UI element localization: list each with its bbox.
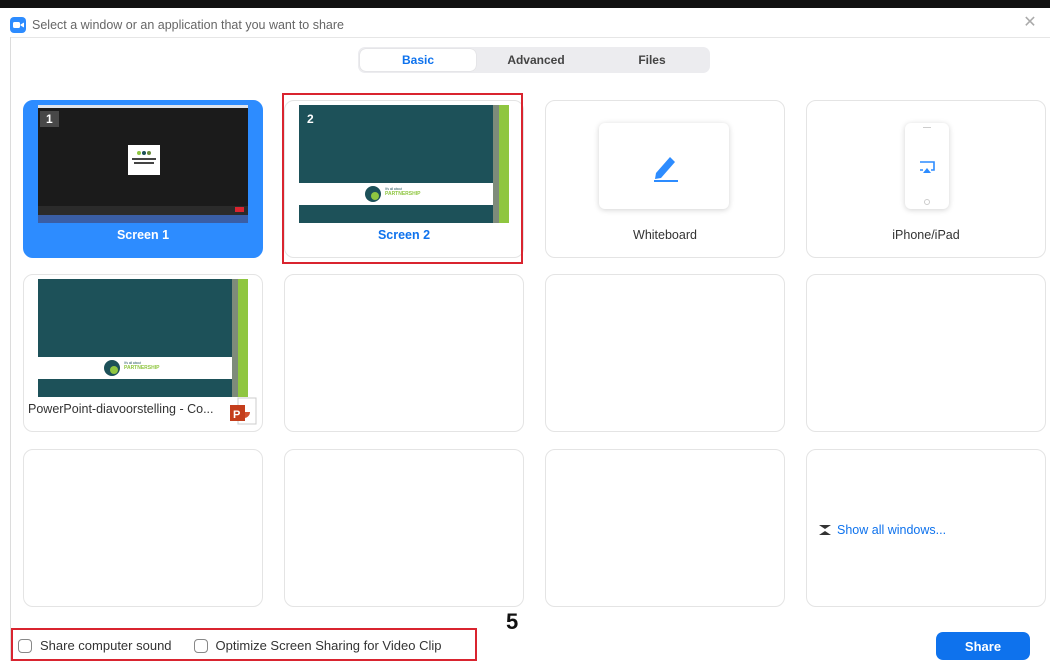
powerpoint-thumbnail: It's all about PARTNERSHIP <box>38 279 248 397</box>
congress-logo <box>128 145 160 175</box>
share-button[interactable]: Share <box>936 632 1030 660</box>
step-number: 5 <box>506 609 519 634</box>
tile-empty <box>284 449 524 607</box>
share-options: Share computer sound Optimize Screen Sha… <box>18 638 441 653</box>
share-tabs: Basic Advanced Files <box>358 47 710 73</box>
share-sound-label: Share computer sound <box>40 638 172 653</box>
tile-empty <box>806 274 1046 432</box>
close-icon[interactable]: ✕ <box>1022 15 1038 31</box>
optimize-video-label: Optimize Screen Sharing for Video Clip <box>215 638 442 653</box>
powerpoint-label: PowerPoint-diavoorstelling - Co... <box>28 402 214 416</box>
top-edge <box>0 0 1050 8</box>
tile-iphone-ipad[interactable]: iPhone/iPad <box>806 100 1046 258</box>
tile-empty <box>545 274 785 432</box>
tab-files[interactable]: Files <box>594 47 710 73</box>
divider <box>10 37 1050 38</box>
show-all-windows-label: Show all windows... <box>837 523 947 537</box>
video-camera-icon <box>10 17 26 33</box>
tile-whiteboard[interactable]: Whiteboard <box>545 100 785 258</box>
partnership-line-2: PARTNERSHIP <box>124 365 160 371</box>
tab-advanced[interactable]: Advanced <box>478 47 594 73</box>
tab-basic[interactable]: Basic <box>360 49 476 71</box>
tile-empty <box>284 274 524 432</box>
tile-powerpoint-window[interactable]: It's all about PARTNERSHIP PowerPoint-di… <box>23 274 263 432</box>
phone-preview <box>905 123 949 209</box>
airplay-icon <box>920 161 935 173</box>
whiteboard-label: Whiteboard <box>633 228 697 242</box>
title-bar: Select a window or an application that y… <box>10 14 344 36</box>
expand-icon <box>819 525 831 535</box>
window-title: Select a window or an application that y… <box>32 18 344 32</box>
share-sound-checkbox[interactable] <box>18 638 32 653</box>
tile-empty <box>545 449 785 607</box>
tile-screen-1[interactable]: 1 Screen 1 <box>23 100 263 258</box>
tile-show-all-windows: Show all windows... <box>806 449 1046 607</box>
tile-empty <box>23 449 263 607</box>
show-all-windows-link[interactable]: Show all windows... <box>819 523 946 537</box>
pen-icon <box>654 157 678 182</box>
highlight-screen-2 <box>282 93 523 264</box>
screen-1-label: Screen 1 <box>116 228 170 242</box>
powerpoint-icon: P <box>230 397 257 425</box>
whiteboard-preview <box>599 123 729 209</box>
optimize-video-checkbox[interactable] <box>193 638 208 653</box>
svg-text:P: P <box>233 409 240 421</box>
iphone-label: iPhone/iPad <box>892 228 960 242</box>
screen-number-badge: 1 <box>40 111 59 127</box>
left-border <box>10 37 11 661</box>
screen-1-thumbnail: 1 <box>38 105 248 223</box>
